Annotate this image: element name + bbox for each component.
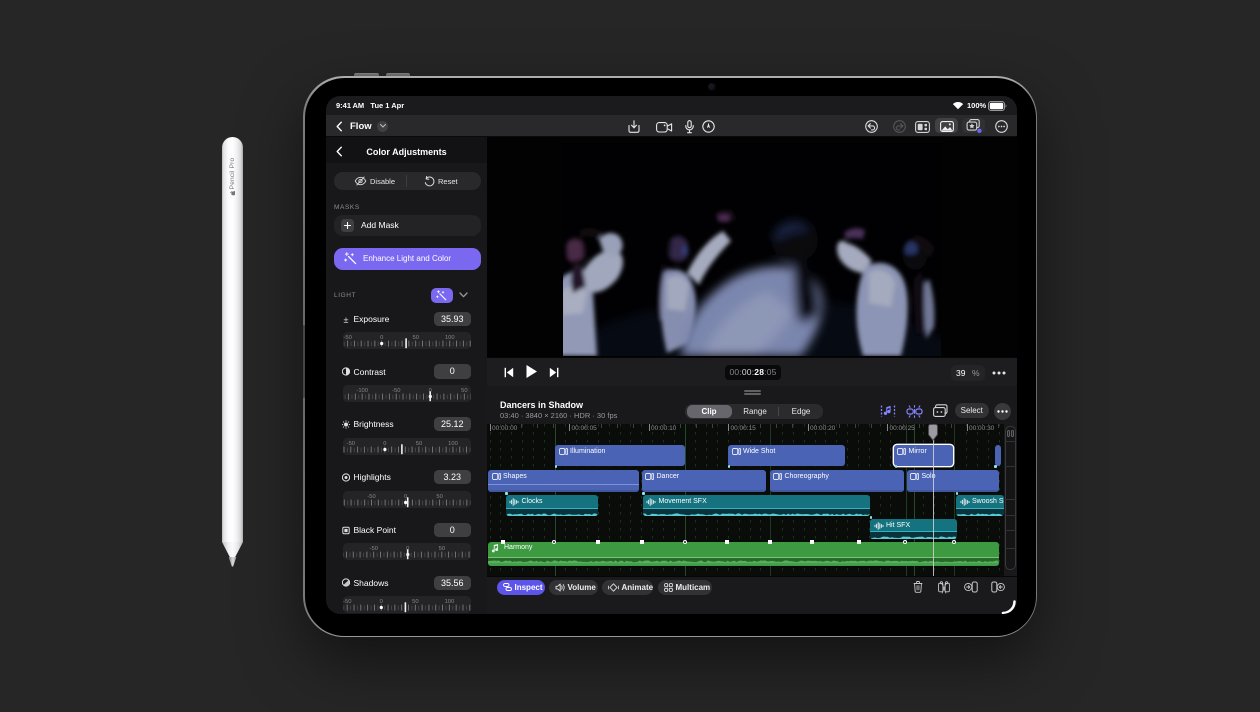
svg-text:-50: -50 — [343, 335, 351, 341]
svg-text:0: 0 — [380, 335, 383, 341]
svg-text:-50: -50 — [343, 599, 351, 605]
svg-text:100: 100 — [448, 441, 458, 447]
svg-text:50: 50 — [461, 388, 467, 394]
svg-text:50: 50 — [412, 335, 418, 341]
svg-text:-50: -50 — [367, 494, 375, 500]
svg-text:50: 50 — [412, 599, 418, 605]
svg-text:0: 0 — [383, 441, 386, 447]
svg-text:0: 0 — [403, 494, 406, 500]
svg-text:0: 0 — [379, 599, 382, 605]
svg-text:-50: -50 — [369, 546, 377, 552]
svg-text:-50: -50 — [392, 388, 400, 394]
svg-text:-50: -50 — [346, 441, 354, 447]
svg-text:50: 50 — [438, 546, 444, 552]
svg-text:100: 100 — [444, 599, 454, 605]
svg-text:100: 100 — [444, 335, 454, 341]
svg-text:50: 50 — [436, 494, 442, 500]
svg-text:±: ± — [344, 315, 349, 325]
svg-text:-100: -100 — [356, 388, 368, 394]
svg-text:50: 50 — [415, 441, 421, 447]
